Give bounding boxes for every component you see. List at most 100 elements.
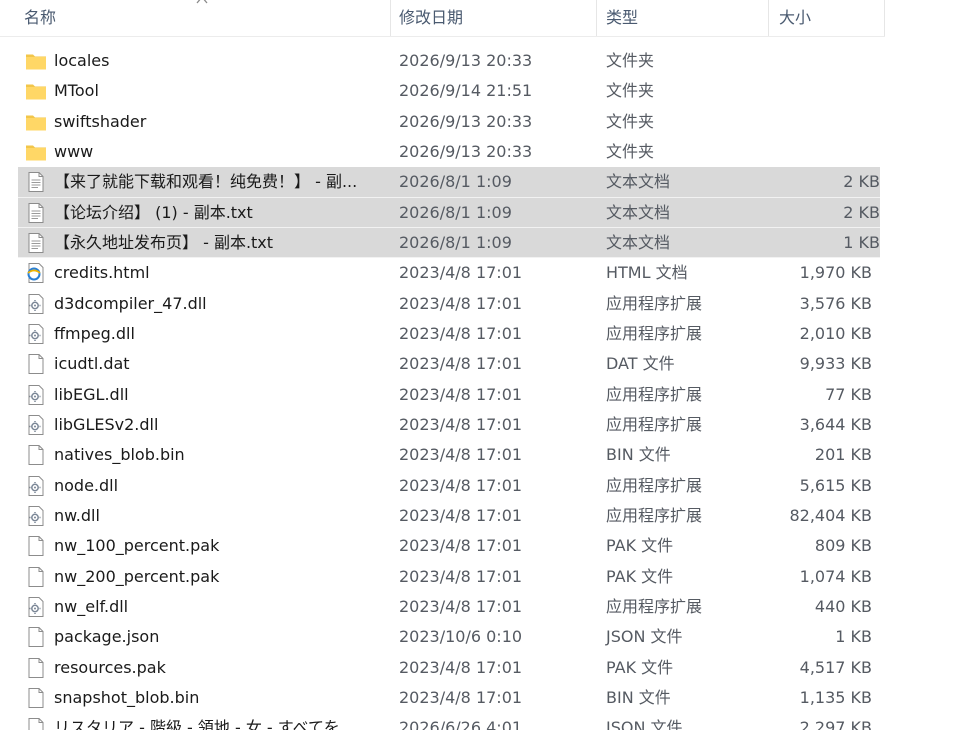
file-list: locales 2026/9/13 20:33 文件夹 MTool 2026/9/14 … [0,46,885,730]
column-header-size[interactable]: 大小 [779,0,811,36]
folder-icon [25,80,47,102]
dll-file-icon [25,414,47,436]
file-name: icudtl.dat [54,354,130,374]
file-date: 2023/10/6 0:10 [399,627,523,647]
file-row[interactable]: 【来了就能下载和观看！纯免费！】 - 副... 2026/8/1 1:09 文本文档… [18,167,880,198]
file-explorer-details-view: 名称 修改日期 类型 大小 locales 2026/9/13 20:33 文件夹 M… [0,0,960,730]
file-name: node.dll [54,475,119,495]
column-divider[interactable] [596,0,597,36]
file-row[interactable]: swiftshader 2026/9/13 20:33 文件夹 [0,107,885,137]
file-type: 文件夹 [606,51,655,70]
file-row[interactable]: 【论坛介绍】 (1) - 副本.txt 2026/8/1 1:09 文本文档 2 KB [18,197,880,228]
file-date: 2023/4/8 17:01 [399,475,523,495]
file-row[interactable]: libGLESv2.dll 2023/4/8 17:01 应用程序扩展 3,644 K… [0,410,885,440]
file-row[interactable]: libEGL.dll 2023/4/8 17:01 应用程序扩展 77 KB [0,380,885,410]
file-row[interactable]: ffmpeg.dll 2023/4/8 17:01 应用程序扩展 2,010 KB [0,319,885,349]
file-type: 文件夹 [606,141,655,161]
file-name: natives_blob.bin [54,445,185,465]
file-type: 文本文档 [606,202,671,222]
dll-file-icon [25,596,47,618]
file-size: 82,404 KB [789,505,872,525]
file-row[interactable]: natives_blob.bin 2023/4/8 17:01 BIN 文件 201 … [0,440,885,470]
file-row[interactable]: MTool 2026/9/14 21:51 文件夹 [0,76,885,106]
file-date: 2026/8/1 1:09 [399,202,512,222]
file-date: 2023/4/8 17:01 [399,505,523,525]
file-date: 2026/9/14 21:51 [399,81,533,101]
file-name: libEGL.dll [54,384,129,404]
blank-file-icon [25,444,47,466]
file-name: nw_200_percent.pak [54,566,220,586]
file-name: 【永久地址发布页】 - 副本.txt [54,232,274,252]
file-row[interactable]: リスタリア - 階級 - 領地 - 女 - すべてを... 2026/6/26 4… [0,713,885,730]
file-row[interactable]: www 2026/9/13 20:33 文件夹 [0,137,885,167]
file-row[interactable]: nw_100_percent.pak 2023/4/8 17:01 PAK 文件 80… [0,531,885,561]
file-row[interactable]: nw_200_percent.pak 2023/4/8 17:01 PAK 文件 1,… [0,562,885,592]
file-row[interactable]: credits.html 2023/4/8 17:01 HTML 文档 1,970 K… [0,258,885,288]
column-header-date[interactable]: 修改日期 [399,0,463,36]
file-name: ffmpeg.dll [54,323,135,343]
file-type: BIN 文件 [606,445,671,465]
file-name: package.json [54,627,160,647]
file-type: JSON 文件 [606,627,683,647]
file-type: 应用程序扩展 [606,323,703,343]
file-date: 2023/4/8 17:01 [399,445,523,465]
file-name: credits.html [54,263,150,283]
column-divider[interactable] [390,0,391,36]
file-size: 1,135 KB [799,687,872,707]
file-row[interactable]: locales 2026/9/13 20:33 文件夹 [0,46,885,76]
file-size: 1 KB [835,627,872,647]
file-type: 文本文档 [606,232,671,252]
file-name: nw_elf.dll [54,596,129,616]
file-date: 2026/9/13 20:33 [399,141,533,161]
file-row[interactable]: node.dll 2023/4/8 17:01 应用程序扩展 5,615 KB [0,471,885,501]
column-header-name[interactable]: 名称 [24,0,56,36]
file-row[interactable]: icudtl.dat 2023/4/8 17:01 DAT 文件 9,933 KB [0,349,885,379]
file-date: 2023/4/8 17:01 [399,263,523,283]
file-type: HTML 文档 [606,263,688,283]
file-name: libGLESv2.dll [54,414,159,434]
file-row[interactable]: nw.dll 2023/4/8 17:01 应用程序扩展 82,404 KB [0,501,885,531]
file-size: 1 KB [843,232,880,252]
file-date: 2023/4/8 17:01 [399,566,523,586]
file-size: 2,297 KB [799,718,872,730]
file-size: 2 KB [843,172,880,192]
blank-file-icon [25,353,47,375]
column-divider[interactable] [884,0,885,36]
file-type: BIN 文件 [606,687,671,707]
file-size: 809 KB [814,536,872,556]
file-type: PAK 文件 [606,566,674,586]
file-row[interactable]: 【永久地址发布页】 - 副本.txt 2026/8/1 1:09 文本文档 1 KB [18,227,880,259]
file-name: 【来了就能下载和观看！纯免费！】 - 副... [54,172,358,192]
file-type: 应用程序扩展 [606,293,703,313]
file-date: 2026/6/26 4:01 [399,718,523,730]
html-file-icon [25,262,47,284]
blank-file-icon [25,717,47,730]
file-row[interactable]: snapshot_blob.bin 2023/4/8 17:01 BIN 文件 1,1… [0,683,885,713]
file-name: d3dcompiler_47.dll [54,293,207,313]
text-file-icon [25,202,47,224]
dll-file-icon [25,475,47,497]
text-file-icon [25,232,47,254]
text-file-icon [25,171,47,193]
column-header-type[interactable]: 类型 [606,0,638,36]
file-date: 2023/4/8 17:01 [399,657,523,677]
file-size: 2,010 KB [799,323,872,343]
file-type: 应用程序扩展 [606,475,703,495]
file-size: 9,933 KB [799,354,872,374]
file-date: 2023/4/8 17:01 [399,687,523,707]
file-row[interactable]: d3dcompiler_47.dll 2023/4/8 17:01 应用程序扩展 3,… [0,289,885,319]
file-name: 【论坛介绍】 (1) - 副本.txt [54,202,253,222]
blank-file-icon [25,657,47,679]
file-date: 2026/9/13 20:33 [399,51,533,70]
file-row[interactable]: package.json 2023/10/6 0:10 JSON 文件 1 KB [0,622,885,652]
file-date: 2023/4/8 17:01 [399,384,523,404]
column-divider[interactable] [768,0,769,36]
file-type: 应用程序扩展 [606,414,703,434]
file-size: 3,576 KB [799,293,872,313]
folder-icon [25,50,47,72]
file-size: 1,970 KB [799,263,872,283]
file-row[interactable]: nw_elf.dll 2023/4/8 17:01 应用程序扩展 440 KB [0,592,885,622]
file-date: 2023/4/8 17:01 [399,414,523,434]
file-row[interactable]: resources.pak 2023/4/8 17:01 PAK 文件 4,517 K… [0,653,885,683]
file-type: JSON 文件 [606,718,683,730]
